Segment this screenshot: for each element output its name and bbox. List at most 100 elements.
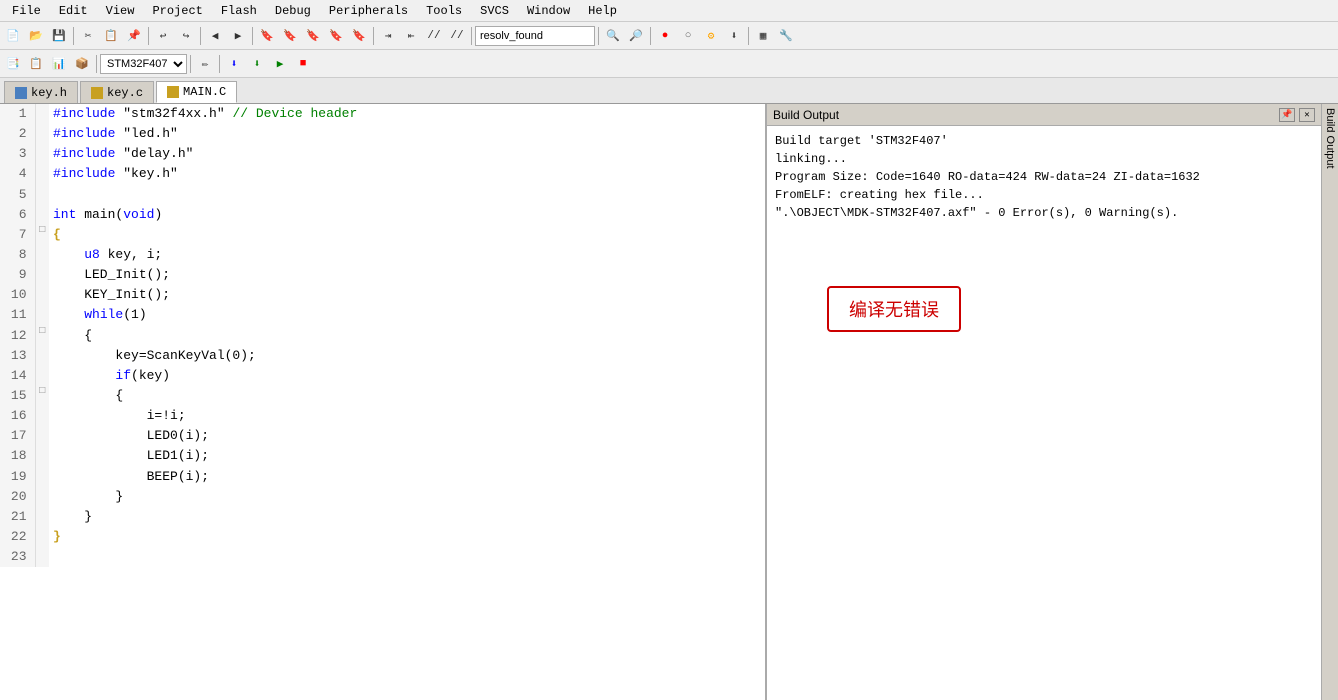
line-content[interactable]: { <box>49 386 765 406</box>
menu-help[interactable]: Help <box>580 2 625 20</box>
line-content[interactable]: #include "key.h" <box>49 164 765 184</box>
line-content[interactable] <box>49 185 765 205</box>
search-combo[interactable] <box>475 26 595 46</box>
indent-btn[interactable]: ⇥ <box>377 25 399 47</box>
line-content[interactable]: #include "stm32f4xx.h" // Device header <box>49 104 765 124</box>
menu-window[interactable]: Window <box>519 2 578 20</box>
search-btn[interactable]: 🔍 <box>602 25 624 47</box>
tab-main-c[interactable]: MAIN.C <box>156 81 237 103</box>
comment-btn[interactable]: // <box>423 25 445 47</box>
menu-peripherals[interactable]: Peripherals <box>321 2 416 20</box>
line-content[interactable]: int main(void) <box>49 205 765 225</box>
build-title: Build Output <box>773 108 839 122</box>
line-content[interactable]: { <box>49 326 765 346</box>
inspect-btn[interactable]: 🔎 <box>625 25 647 47</box>
line-content[interactable]: LED1(i); <box>49 446 765 466</box>
line-fold <box>35 426 49 446</box>
line-number: 3 <box>0 144 35 164</box>
build-btn[interactable]: ⚙ <box>700 25 722 47</box>
sep2 <box>148 27 149 45</box>
build-close-btn[interactable]: ✕ <box>1299 108 1315 122</box>
line-content[interactable]: { <box>49 225 765 245</box>
nav-fwd-btn[interactable]: ▶ <box>227 25 249 47</box>
line-content[interactable]: i=!i; <box>49 406 765 426</box>
line-fold <box>35 487 49 507</box>
line-content[interactable]: } <box>49 527 765 547</box>
line-fold[interactable]: □ <box>35 225 49 245</box>
menu-view[interactable]: View <box>98 2 143 20</box>
tab-icon-main-c <box>167 86 179 98</box>
open-btn[interactable]: 📂 <box>25 25 47 47</box>
line-fold <box>35 507 49 527</box>
settings-btn[interactable]: 🔧 <box>775 25 797 47</box>
line-content[interactable]: KEY_Init(); <box>49 285 765 305</box>
line-content[interactable] <box>49 547 765 567</box>
redo-btn[interactable]: ↪ <box>175 25 197 47</box>
line-fold <box>35 527 49 547</box>
tb2-btn4[interactable]: 📦 <box>71 53 93 75</box>
uncomment-btn[interactable]: // <box>446 25 468 47</box>
line-content[interactable]: } <box>49 507 765 527</box>
menu-edit[interactable]: Edit <box>51 2 96 20</box>
grid-btn[interactable]: ▦ <box>752 25 774 47</box>
line-fold <box>35 104 49 124</box>
bookmark-btn[interactable]: 🔖 <box>256 25 278 47</box>
bookmark5-btn[interactable]: 🔖 <box>348 25 370 47</box>
tb2-download2-btn[interactable]: ⬇ <box>246 53 268 75</box>
nav-back-btn[interactable]: ◀ <box>204 25 226 47</box>
menu-debug[interactable]: Debug <box>267 2 319 20</box>
table-row: 17 LED0(i); <box>0 426 765 446</box>
table-row: 21 } <box>0 507 765 527</box>
new-btn[interactable]: 📄 <box>2 25 24 47</box>
line-content[interactable]: u8 key, i; <box>49 245 765 265</box>
right-sidebar-tab[interactable]: Build Output <box>1321 104 1338 700</box>
tb2-btn3[interactable]: 📊 <box>48 53 70 75</box>
line-content[interactable]: if(key) <box>49 366 765 386</box>
download-btn[interactable]: ⬇ <box>723 25 745 47</box>
tb2-download1-btn[interactable]: ⬇ <box>223 53 245 75</box>
tb2-edit-btn[interactable]: ✏ <box>194 53 216 75</box>
build-pin-btn[interactable]: 📌 <box>1279 108 1295 122</box>
bookmark4-btn[interactable]: 🔖 <box>325 25 347 47</box>
line-content[interactable]: #include "delay.h" <box>49 144 765 164</box>
menu-tools[interactable]: Tools <box>418 2 470 20</box>
menu-project[interactable]: Project <box>144 2 210 20</box>
line-content[interactable]: BEEP(i); <box>49 467 765 487</box>
save-btn[interactable]: 💾 <box>48 25 70 47</box>
line-content[interactable]: LED_Init(); <box>49 265 765 285</box>
copy-btn[interactable]: 📋 <box>100 25 122 47</box>
tab-key-h[interactable]: key.h <box>4 81 78 103</box>
paste-btn[interactable]: 📌 <box>123 25 145 47</box>
tb2-btn2[interactable]: 📋 <box>25 53 47 75</box>
bookmark2-btn[interactable]: 🔖 <box>279 25 301 47</box>
tb2-run2-btn[interactable]: ▶ <box>269 53 291 75</box>
tb2-stop2-btn[interactable]: ■ <box>292 53 314 75</box>
table-row: 11 while(1) <box>0 305 765 325</box>
line-content[interactable]: while(1) <box>49 305 765 325</box>
line-number: 5 <box>0 185 35 205</box>
line-content[interactable]: } <box>49 487 765 507</box>
bookmark3-btn[interactable]: 🔖 <box>302 25 324 47</box>
run-btn[interactable]: ● <box>654 25 676 47</box>
line-fold <box>35 547 49 567</box>
build-line: FromELF: creating hex file... <box>775 186 1313 204</box>
build-panel: Build Output 📌 ✕ Build target 'STM32F407… <box>765 104 1321 700</box>
undo-btn[interactable]: ↩ <box>152 25 174 47</box>
cut-btn[interactable]: ✂ <box>77 25 99 47</box>
code-editor[interactable]: 1 #include "stm32f4xx.h" // Device heade… <box>0 104 765 700</box>
build-line: Build target 'STM32F407' <box>775 132 1313 150</box>
line-content[interactable]: key=ScanKeyVal(0); <box>49 346 765 366</box>
line-content[interactable]: #include "led.h" <box>49 124 765 144</box>
line-fold <box>35 124 49 144</box>
line-fold[interactable]: □ <box>35 326 49 346</box>
stop-btn[interactable]: ○ <box>677 25 699 47</box>
line-content[interactable]: LED0(i); <box>49 426 765 446</box>
tab-key-c[interactable]: key.c <box>80 81 154 103</box>
menu-file[interactable]: File <box>4 2 49 20</box>
menu-svcs[interactable]: SVCS <box>472 2 517 20</box>
line-fold[interactable]: □ <box>35 386 49 406</box>
target-select[interactable]: STM32F407 <box>100 54 187 74</box>
unindent-btn[interactable]: ⇤ <box>400 25 422 47</box>
tb2-btn1[interactable]: 📑 <box>2 53 24 75</box>
menu-flash[interactable]: Flash <box>213 2 265 20</box>
